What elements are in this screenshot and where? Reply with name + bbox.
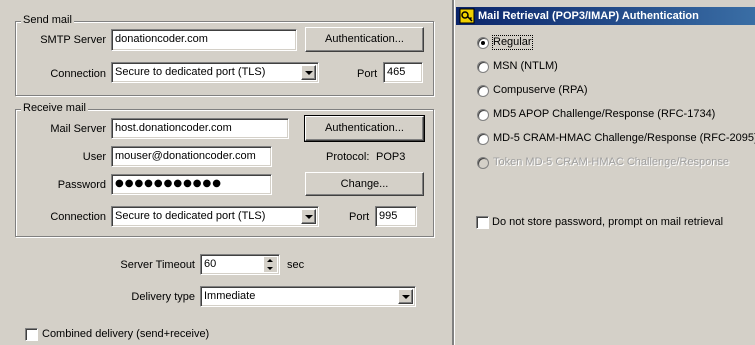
receive-mail-legend: Receive mail [21, 102, 88, 115]
combined-delivery-label[interactable]: Combined delivery (send+receive) [42, 328, 209, 341]
change-password-button[interactable]: Change... [305, 172, 424, 196]
auth-option-radio[interactable] [477, 133, 489, 145]
receive-port-label: Port [349, 211, 370, 223]
send-port-input[interactable]: 465 [383, 62, 423, 83]
send-mail-legend: Send mail [21, 14, 74, 27]
auth-dialog-titlebar: Mail Retrieval (POP3/IMAP) Authenticatio… [456, 7, 755, 25]
delivery-type-label: Delivery type [131, 291, 195, 303]
spinner-buttons[interactable] [264, 257, 277, 272]
server-timeout-unit: sec [287, 259, 305, 271]
auth-option-label: Token MD-5 CRAM-HMAC Challenge/Response [493, 156, 729, 168]
no-store-password-checkbox[interactable] [476, 216, 489, 229]
user-label: User [82, 151, 106, 163]
password-input[interactable]: ●●●●●●●●●●● [111, 174, 272, 195]
pane-divider [452, 0, 455, 345]
auth-option-radio[interactable] [477, 37, 489, 49]
auth-option-radio[interactable] [477, 85, 489, 97]
auth-option-label[interactable]: Regular [492, 35, 533, 50]
auth-option-radio [477, 157, 489, 169]
spinner-up-icon[interactable] [264, 257, 277, 265]
send-authentication-button[interactable]: Authentication... [305, 27, 424, 52]
send-connection-select[interactable]: Secure to dedicated port (TLS) [111, 62, 319, 83]
key-lock-icon [459, 8, 475, 24]
send-port-label: Port [357, 68, 378, 80]
password-label: Password [57, 179, 106, 191]
receive-connection-value: Secure to dedicated port (TLS) [115, 210, 266, 222]
receive-connection-label: Connection [50, 211, 106, 223]
protocol-value: POP3 [376, 151, 406, 163]
auth-option-label[interactable]: MD-5 CRAM-HMAC Challenge/Response (RFC-2… [493, 132, 755, 145]
send-connection-label: Connection [50, 68, 106, 80]
mail-server-label: Mail Server [50, 123, 106, 135]
receive-port-input[interactable]: 995 [375, 206, 417, 227]
auth-option-label[interactable]: MSN (NTLM) [493, 60, 558, 73]
receive-authentication-button[interactable]: Authentication... [304, 115, 425, 142]
send-connection-value: Secure to dedicated port (TLS) [115, 66, 266, 78]
user-input[interactable]: mouser@donationcoder.com [111, 146, 272, 167]
chevron-down-icon[interactable] [398, 289, 413, 304]
server-timeout-value: 60 [204, 258, 217, 270]
protocol-label: Protocol: [326, 151, 370, 163]
auth-option-radio[interactable] [477, 61, 489, 73]
smtp-server-label: SMTP Server [40, 34, 106, 46]
auth-option-label[interactable]: MD5 APOP Challenge/Response (RFC-1734) [493, 108, 715, 121]
spinner-down-icon[interactable] [264, 265, 277, 273]
no-store-password-label[interactable]: Do not store password, prompt on mail re… [492, 216, 723, 229]
server-timeout-label: Server Timeout [120, 259, 195, 271]
smtp-server-input[interactable]: donationcoder.com [111, 29, 297, 51]
auth-option-radio[interactable] [477, 109, 489, 121]
auth-dialog-title: Mail Retrieval (POP3/IMAP) Authenticatio… [478, 10, 699, 22]
chevron-down-icon[interactable] [301, 209, 316, 224]
mail-server-input[interactable]: host.donationcoder.com [111, 118, 289, 139]
chevron-down-icon[interactable] [301, 65, 316, 80]
auth-option-label[interactable]: Compuserve (RPA) [493, 84, 588, 97]
server-timeout-spinner[interactable]: 60 [200, 254, 280, 275]
delivery-type-value: Immediate [204, 290, 256, 302]
receive-connection-select[interactable]: Secure to dedicated port (TLS) [111, 206, 319, 227]
combined-delivery-checkbox[interactable] [25, 328, 38, 341]
delivery-type-select[interactable]: Immediate [200, 286, 416, 307]
